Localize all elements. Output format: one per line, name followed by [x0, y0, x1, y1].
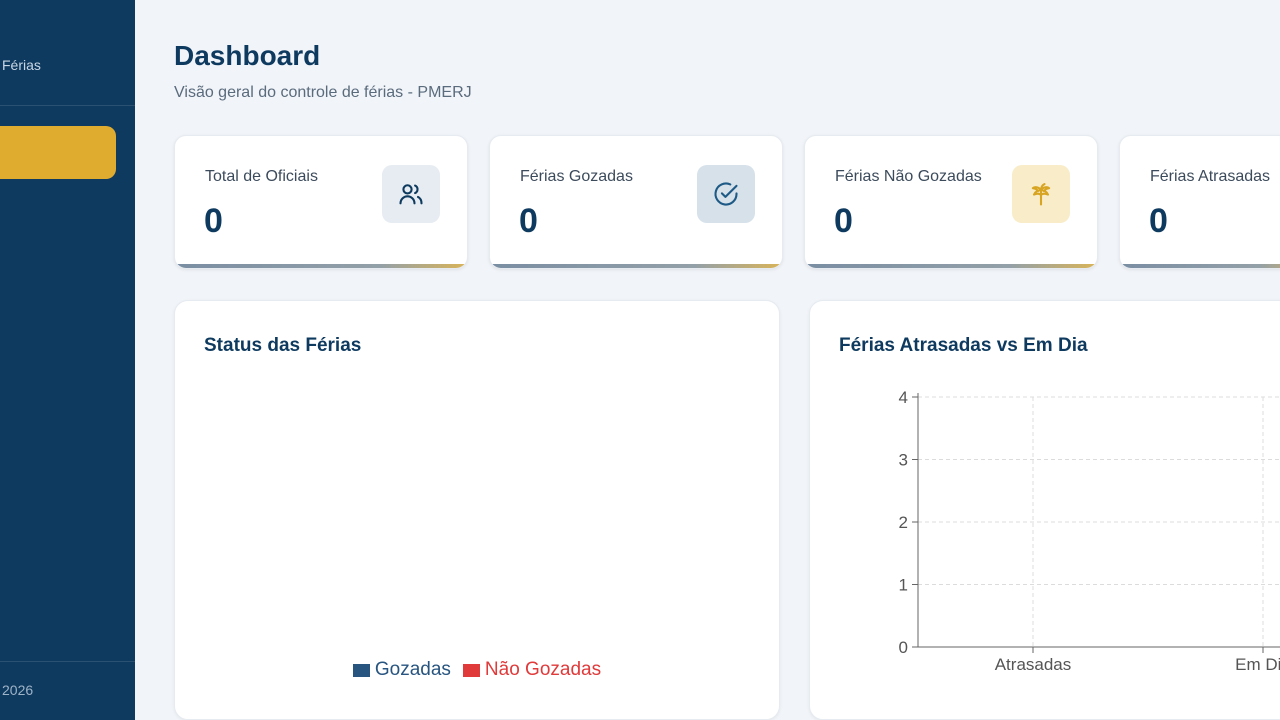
- panel-status-ferias: Status das Férias Gozadas Não Gozadas: [174, 300, 780, 720]
- legend-item-nao-gozadas[interactable]: Não Gozadas: [462, 659, 602, 681]
- chart-legend: Gozadas Não Gozadas: [175, 659, 779, 681]
- users-icon: [382, 165, 440, 223]
- sidebar-brand-subtitle: Férias: [2, 57, 41, 73]
- stat-value: 0: [204, 202, 223, 240]
- x-tick-label: Atrasadas: [995, 655, 1072, 674]
- y-tick-label: 3: [899, 451, 908, 470]
- sidebar-footer: 2026: [2, 682, 34, 698]
- check-circle-icon: [697, 165, 755, 223]
- legend-label: Não Gozadas: [484, 659, 602, 680]
- card-accent-bar: [490, 264, 782, 268]
- chart-axes: [912, 393, 1280, 653]
- stat-label: Férias Não Gozadas: [835, 168, 982, 185]
- legend-label: Gozadas: [374, 659, 451, 680]
- sidebar: Férias 2026: [0, 0, 135, 720]
- card-accent-bar: [805, 264, 1097, 268]
- stat-value: 0: [1149, 202, 1168, 240]
- sidebar-divider-bottom: [0, 661, 135, 662]
- panel-title: Status das Férias: [204, 335, 362, 356]
- legend-swatch: [352, 663, 370, 677]
- stat-label: Total de Oficiais: [205, 168, 318, 185]
- y-tick-label: 2: [899, 513, 908, 532]
- bar-chart: 0 1 2 3 4 Atrasadas Em Dia: [899, 388, 1280, 674]
- stat-card-ferias-atrasadas: Férias Atrasadas 0: [1119, 135, 1280, 269]
- stat-card-ferias-nao-gozadas: Férias Não Gozadas 0: [804, 135, 1098, 269]
- y-tick-label: 1: [899, 576, 908, 595]
- chart-ticks: 0 1 2 3 4 Atrasadas Em Dia: [899, 388, 1280, 674]
- stat-value: 0: [834, 202, 853, 240]
- palm-tree-icon: [1012, 165, 1070, 223]
- y-tick-label: 0: [899, 638, 908, 657]
- card-accent-bar: [175, 264, 467, 268]
- stat-label: Férias Gozadas: [520, 168, 633, 185]
- page-title: Dashboard: [174, 40, 321, 71]
- sidebar-item-dashboard[interactable]: [0, 126, 116, 179]
- page-subtitle: Visão geral do controle de férias - PMER…: [174, 84, 472, 101]
- y-tick-label: 4: [899, 388, 908, 407]
- panel-atrasadas-vs-em-dia: Férias Atrasadas vs Em Dia 0 1 2 3 4 Atrasada…: [809, 300, 1280, 720]
- chart-grid: [918, 396, 1280, 647]
- card-accent-bar: [1120, 264, 1280, 268]
- stat-label: Férias Atrasadas: [1150, 168, 1271, 185]
- stat-card-total-oficiais: Total de Oficiais 0: [174, 135, 468, 269]
- sidebar-divider: [0, 105, 135, 106]
- x-tick-label: Em Dia: [1235, 655, 1280, 674]
- stat-value: 0: [519, 202, 538, 240]
- stat-card-ferias-gozadas: Férias Gozadas 0: [489, 135, 783, 269]
- legend-item-gozadas[interactable]: Gozadas: [352, 659, 451, 681]
- legend-swatch: [462, 663, 480, 677]
